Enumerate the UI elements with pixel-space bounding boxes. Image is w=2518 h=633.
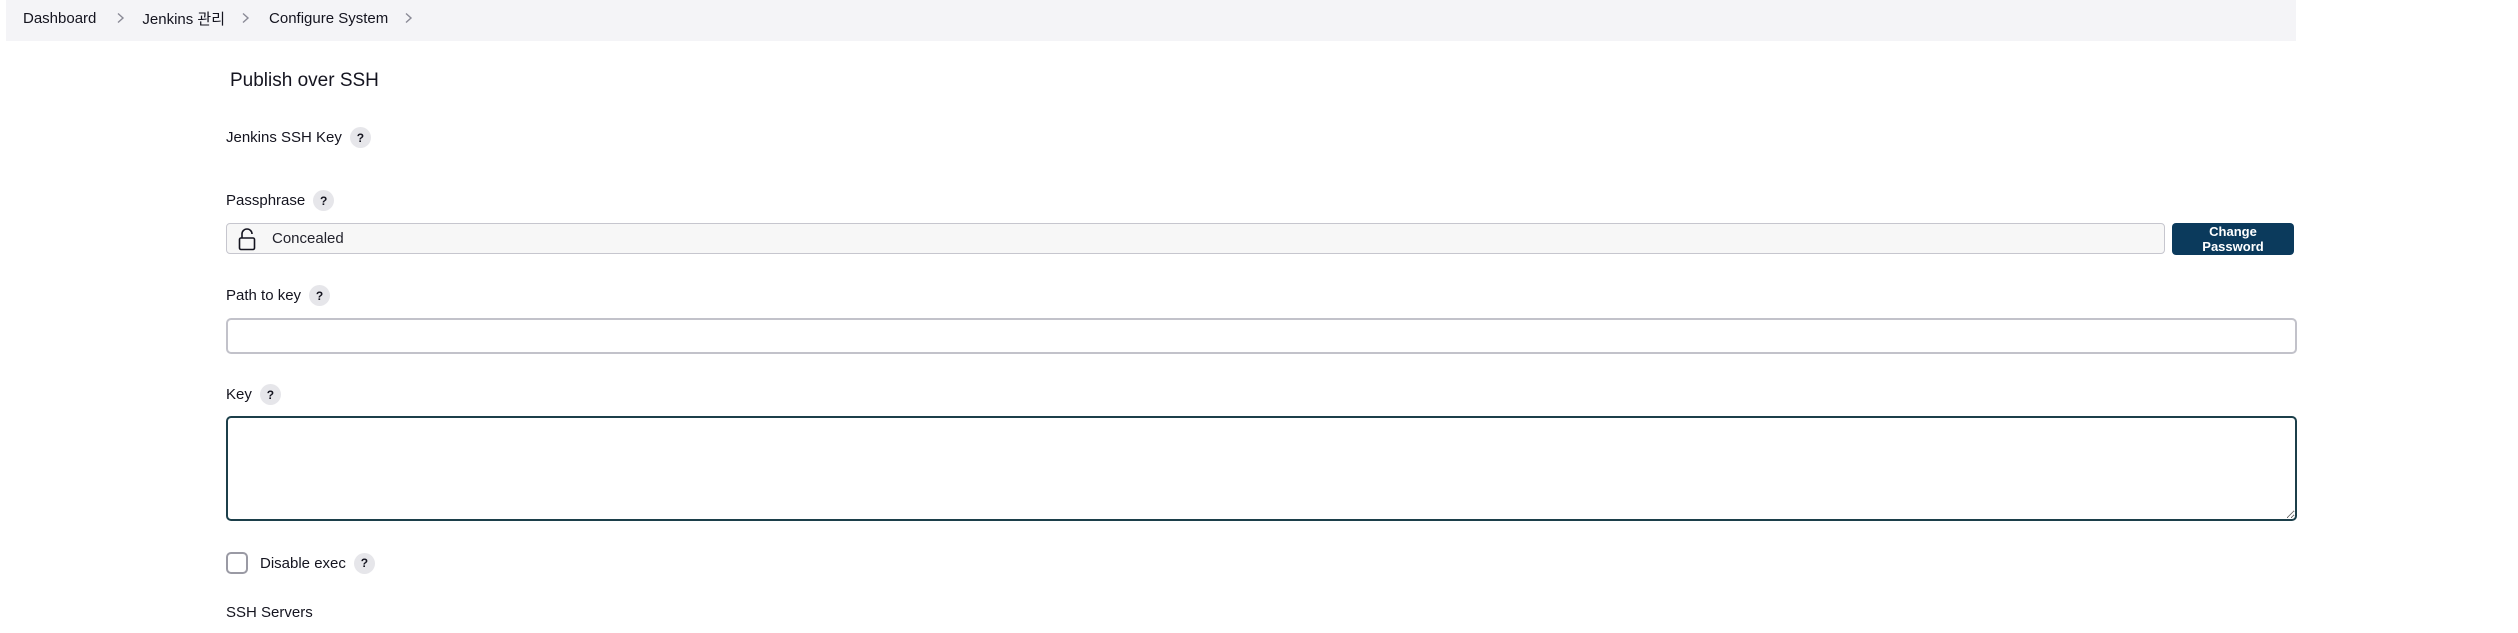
path-to-key-label: Path to key	[226, 287, 302, 304]
disable-exec-label[interactable]: Disable exec	[260, 555, 346, 572]
breadcrumb: Dashboard Jenkins 관리 Configure System	[6, 0, 415, 36]
help-icon[interactable]: ?	[259, 384, 281, 405]
chevron-right-icon	[113, 11, 127, 25]
chevron-right-icon[interactable]	[401, 11, 415, 25]
help-icon[interactable]: ?	[309, 285, 331, 306]
breadcrumb-bar: Dashboard Jenkins 관리 Configure System	[6, 0, 2296, 41]
passphrase-concealed-field: Concealed	[226, 223, 2165, 254]
breadcrumb-jenkins-manage[interactable]: Jenkins 관리	[142, 8, 225, 29]
lock-icon	[236, 226, 258, 252]
passphrase-concealed-text: Concealed	[272, 230, 344, 247]
key-label: Key	[226, 386, 252, 403]
passphrase-label: Passphrase	[226, 192, 306, 209]
chevron-right-icon	[238, 11, 252, 25]
key-textarea[interactable]	[226, 416, 2297, 521]
help-icon[interactable]: ?	[313, 190, 335, 211]
breadcrumb-configure-system[interactable]: Configure System	[269, 10, 388, 27]
jenkins-ssh-key-label-row: Jenkins SSH Key ?	[226, 127, 371, 148]
passphrase-label-row: Passphrase ?	[226, 190, 335, 211]
breadcrumb-dashboard[interactable]: Dashboard	[23, 10, 96, 27]
change-password-button[interactable]: Change Password	[2172, 223, 2294, 255]
section-title: Publish over SSH	[230, 70, 379, 91]
ssh-servers-heading: SSH Servers	[226, 604, 313, 621]
disable-exec-row: Disable exec ?	[226, 552, 375, 574]
path-to-key-label-row: Path to key ?	[226, 285, 331, 306]
key-label-row: Key ?	[226, 384, 281, 405]
disable-exec-checkbox[interactable]	[226, 552, 248, 574]
help-icon[interactable]: ?	[349, 127, 371, 148]
help-icon[interactable]: ?	[353, 552, 375, 574]
path-to-key-input[interactable]	[226, 318, 2297, 354]
jenkins-ssh-key-label: Jenkins SSH Key	[226, 129, 342, 146]
